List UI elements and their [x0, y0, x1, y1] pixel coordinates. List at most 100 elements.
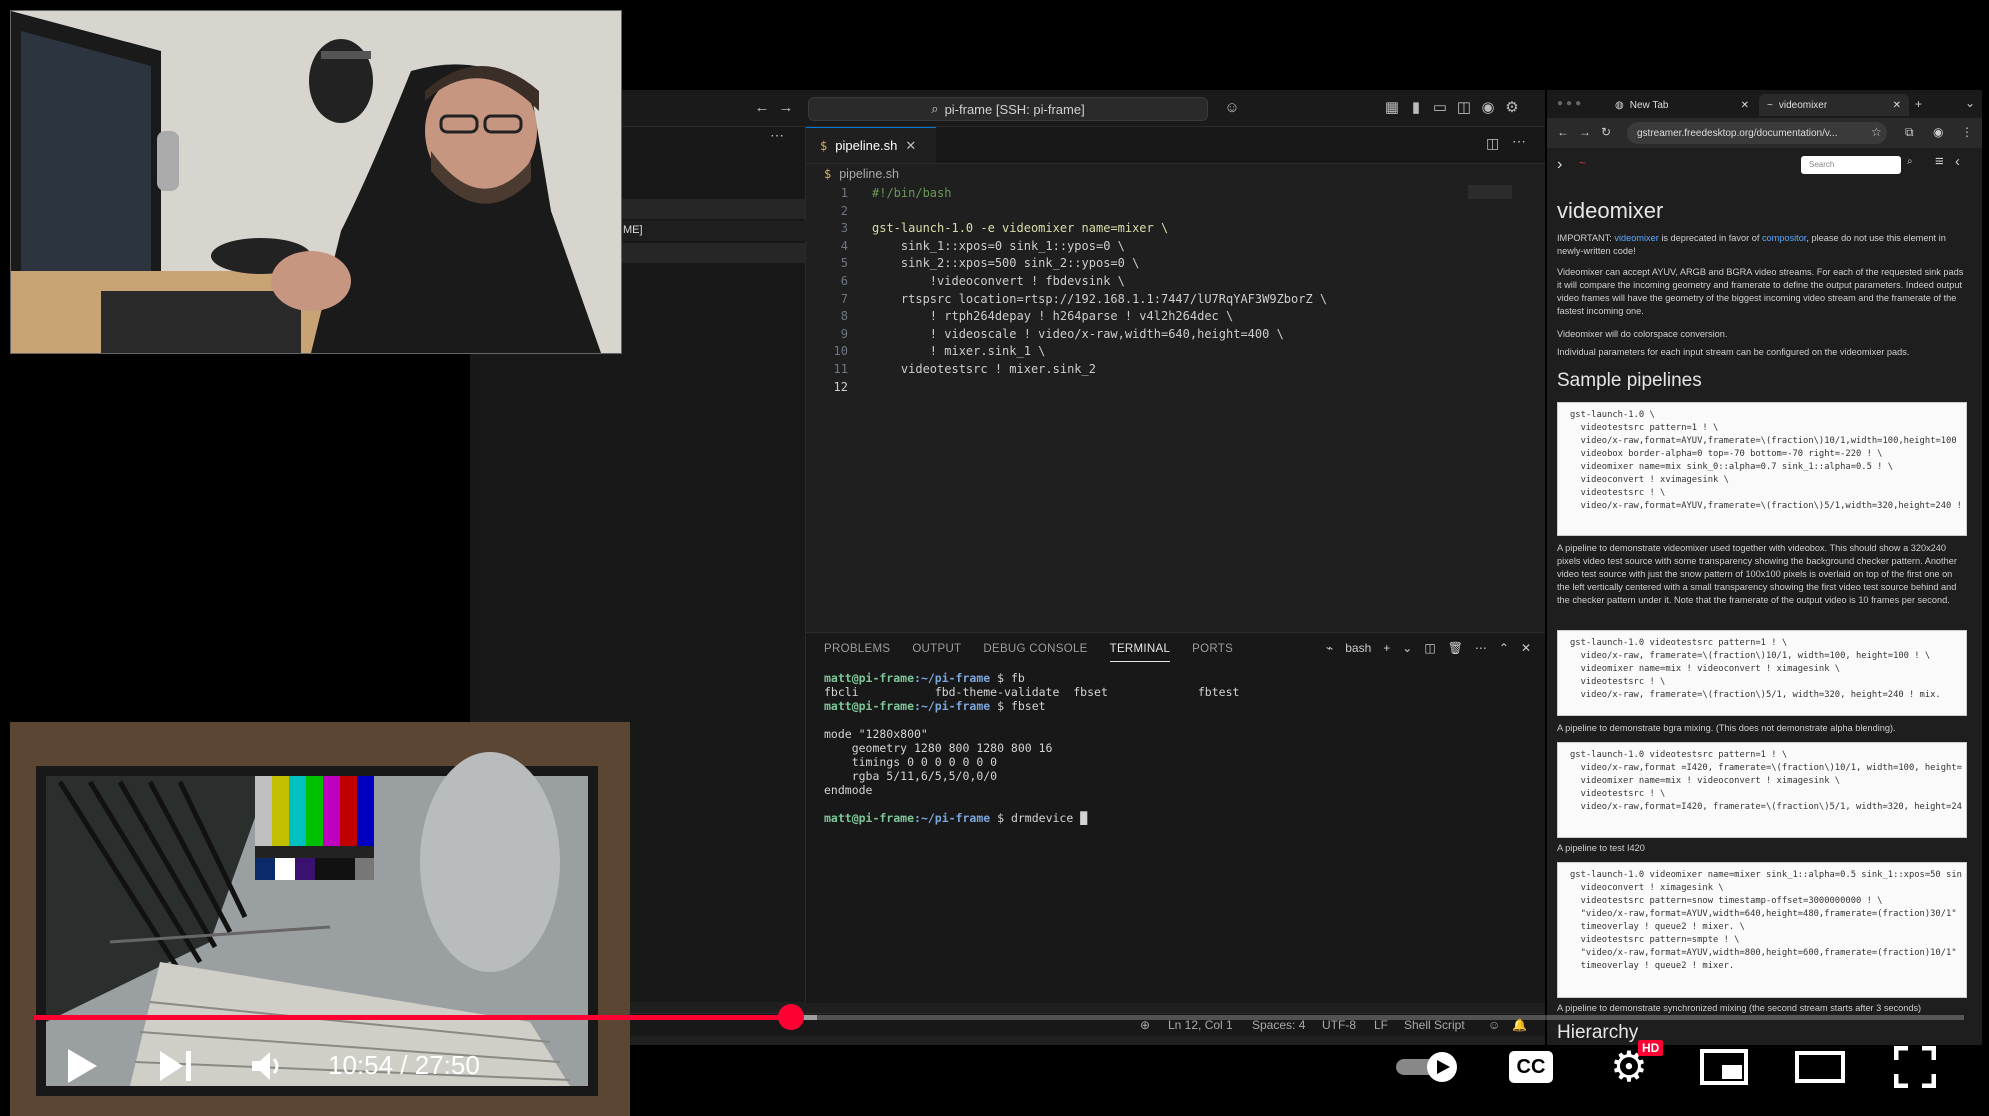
forward-arrow-icon[interactable]: → — [1579, 125, 1591, 139]
breadcrumb-file[interactable]: pipeline.sh — [839, 167, 899, 181]
progress-scrubber[interactable] — [777, 1004, 804, 1030]
settings-button[interactable]: ⚙ HD — [1604, 1040, 1664, 1088]
terminal-shell-label[interactable]: bash — [1345, 641, 1371, 655]
extensions-icon[interactable]: ⧉ — [1905, 125, 1914, 140]
split-terminal-icon[interactable]: ◫ — [1424, 641, 1435, 655]
tab-label: pipeline.sh — [835, 138, 898, 153]
close-icon[interactable]: ✕ — [1521, 641, 1531, 655]
add-terminal-icon[interactable]: + — [1383, 641, 1390, 655]
code-sample-1[interactable]: gst-launch-1.0 \ videotestsrc pattern=1 … — [1557, 402, 1967, 536]
reload-icon[interactable]: ↻ — [1601, 125, 1611, 139]
indentation[interactable]: Spaces: 4 — [1252, 1018, 1305, 1032]
toggle-panel-icon[interactable]: ▭ — [1430, 98, 1450, 118]
search-placeholder: Search — [1809, 160, 1835, 169]
code-line[interactable]: ! mixer.sink_1 \ — [872, 343, 1046, 361]
bell-icon[interactable]: 🔔 — [1512, 1018, 1527, 1032]
colorspace-paragraph: Videomixer will do colorspace conversion… — [1557, 329, 1728, 339]
captions-button[interactable]: CC — [1506, 1048, 1556, 1086]
pads-paragraph: Individual parameters for each input str… — [1557, 347, 1910, 357]
close-icon[interactable]: ✕ — [1893, 100, 1901, 111]
line-number: 5 — [840, 256, 848, 271]
profile-icon[interactable]: ◉ — [1933, 125, 1943, 139]
address-bar[interactable]: gstreamer.freedesktop.org/documentation/… — [1627, 122, 1887, 144]
miniplayer-button[interactable] — [1698, 1048, 1750, 1086]
panel-tab-problems[interactable]: PROBLEMS — [824, 643, 890, 662]
panel-tab-terminal[interactable]: TERMINAL — [1109, 643, 1171, 662]
tab-videomixer[interactable]: ~ videomixer ✕ — [1759, 94, 1909, 116]
play-button[interactable] — [58, 1046, 106, 1086]
command-center-search[interactable]: ⌕ pi-frame [SSH: pi-frame] — [808, 97, 1208, 121]
split-editor-icon[interactable]: ◫ — [1486, 135, 1499, 152]
new-tab-icon[interactable]: + — [1915, 97, 1922, 111]
gstreamer-logo[interactable]: ~ — [1579, 156, 1586, 170]
compositor-link[interactable]: compositor — [1762, 233, 1806, 243]
autoplay-toggle[interactable] — [1394, 1050, 1464, 1084]
terminal-prompt-user: matt@pi-frame — [824, 811, 915, 825]
code-sample-3[interactable]: gst-launch-1.0 videotestsrc pattern=1 ! … — [1557, 742, 1967, 838]
menu-icon[interactable]: ≡ — [1935, 153, 1944, 170]
more-actions-icon[interactable]: ⋯ — [1475, 641, 1487, 655]
code-sample-4[interactable]: gst-launch-1.0 videomixer name=mixer sin… — [1557, 862, 1967, 998]
browser-toolbar: ← → ↻ gstreamer.freedesktop.org/document… — [1547, 118, 1982, 148]
code-line[interactable]: !videoconvert ! fbdevsink \ — [872, 273, 1125, 291]
terminal-prompt-user: matt@pi-frame — [824, 671, 915, 685]
code-sample-2[interactable]: gst-launch-1.0 videotestsrc pattern=1 ! … — [1557, 630, 1967, 716]
gear-icon[interactable]: ⚙ — [1502, 98, 1522, 118]
toggle-secondary-sidebar-icon[interactable]: ◫ — [1454, 98, 1474, 118]
sample-1-description: A pipeline to demonstrate videomixer use… — [1557, 543, 1957, 605]
copilot-status-icon[interactable]: ☺ — [1488, 1018, 1500, 1032]
back-arrow-icon[interactable]: ← — [752, 98, 772, 118]
account-icon[interactable]: ◉ — [1478, 98, 1498, 118]
encoding[interactable]: UTF-8 — [1322, 1018, 1356, 1032]
close-icon[interactable]: ✕ — [905, 138, 916, 154]
customize-layout-icon[interactable]: ▦ — [1382, 98, 1402, 118]
window-controls[interactable]: ●●● — [1557, 98, 1584, 109]
panel-tab-output[interactable]: OUTPUT — [912, 643, 961, 662]
code-line[interactable]: rtspsrc location=rtsp://192.168.1.1:7447… — [872, 291, 1327, 309]
chevron-down-icon[interactable]: ⌄ — [1965, 96, 1975, 110]
panel-tab-ports[interactable]: PORTS — [1192, 643, 1233, 662]
chevron-down-icon[interactable]: ⌄ — [1402, 641, 1412, 655]
volume-button[interactable] — [244, 1046, 292, 1086]
line-ending[interactable]: LF — [1374, 1018, 1388, 1032]
next-button[interactable] — [152, 1046, 200, 1086]
tab-new-tab[interactable]: ◍ New Tab ✕ — [1607, 94, 1757, 116]
search-icon[interactable]: ⌕ — [1907, 156, 1913, 167]
cursor-position[interactable]: Ln 12, Col 1 — [1168, 1018, 1233, 1032]
terminal-icon: ⌁ — [1326, 641, 1334, 655]
copilot-icon[interactable]: ☺ — [1222, 98, 1242, 118]
forward-arrow-icon[interactable]: → — [776, 98, 796, 118]
tab-label: New Tab — [1629, 99, 1669, 111]
line-number: 9 — [840, 326, 848, 341]
more-menu-icon[interactable]: ⋮ — [1961, 125, 1973, 139]
terminal-line: matt@pi-frame:~/pi-frame $ fb — [824, 671, 1025, 685]
browser-window: ●●● ◍ New Tab ✕ ~ videomixer ✕ + ⌄ ← → ↻… — [1547, 90, 1982, 1045]
sample-3-description: A pipeline to test I420 — [1557, 843, 1645, 853]
zoom-icon[interactable]: ⊕ — [1140, 1018, 1150, 1032]
code-line[interactable]: sink_2::xpos=500 sink_2::ypos=0 \ — [872, 255, 1139, 273]
more-actions-icon[interactable]: ⋯ — [770, 127, 784, 144]
toggle-sidebar-icon[interactable]: ▮ — [1406, 98, 1426, 118]
more-actions-icon[interactable]: ⋯ — [1512, 133, 1526, 150]
code-line[interactable]: ! videoscale ! video/x-raw,width=640,hei… — [872, 326, 1284, 344]
code-line[interactable]: gst-launch-1.0 -e videomixer name=mixer … — [872, 220, 1168, 238]
panel-tab-debug-console[interactable]: DEBUG CONSOLE — [983, 643, 1087, 662]
videomixer-link[interactable]: videomixer — [1614, 233, 1658, 243]
back-arrow-icon[interactable]: ← — [1557, 125, 1569, 139]
tab-pipeline-sh[interactable]: $ pipeline.sh ✕ — [806, 127, 936, 163]
chevron-left-icon[interactable]: ‹ — [1955, 153, 1960, 170]
maximize-panel-icon[interactable]: ⌃ — [1499, 641, 1509, 655]
chevron-right-icon[interactable]: › — [1557, 156, 1562, 174]
code-line[interactable]: #!/bin/bash — [872, 185, 951, 203]
code-line[interactable]: ! rtph264depay ! h264parse ! v4l2h264dec… — [872, 308, 1233, 326]
minimap[interactable] — [1468, 185, 1512, 199]
star-icon[interactable]: ☆ — [1871, 125, 1882, 139]
close-icon[interactable]: ✕ — [1741, 100, 1749, 111]
fullscreen-button[interactable] — [1890, 1046, 1940, 1088]
trash-icon[interactable]: 🗑 — [1448, 641, 1463, 655]
code-line[interactable]: videotestsrc ! mixer.sink_2 — [872, 361, 1096, 379]
theater-mode-button[interactable] — [1794, 1048, 1846, 1086]
search-input[interactable]: Search — [1801, 156, 1901, 174]
language-mode[interactable]: Shell Script — [1404, 1018, 1465, 1032]
code-line[interactable]: sink_1::xpos=0 sink_1::ypos=0 \ — [872, 238, 1125, 256]
